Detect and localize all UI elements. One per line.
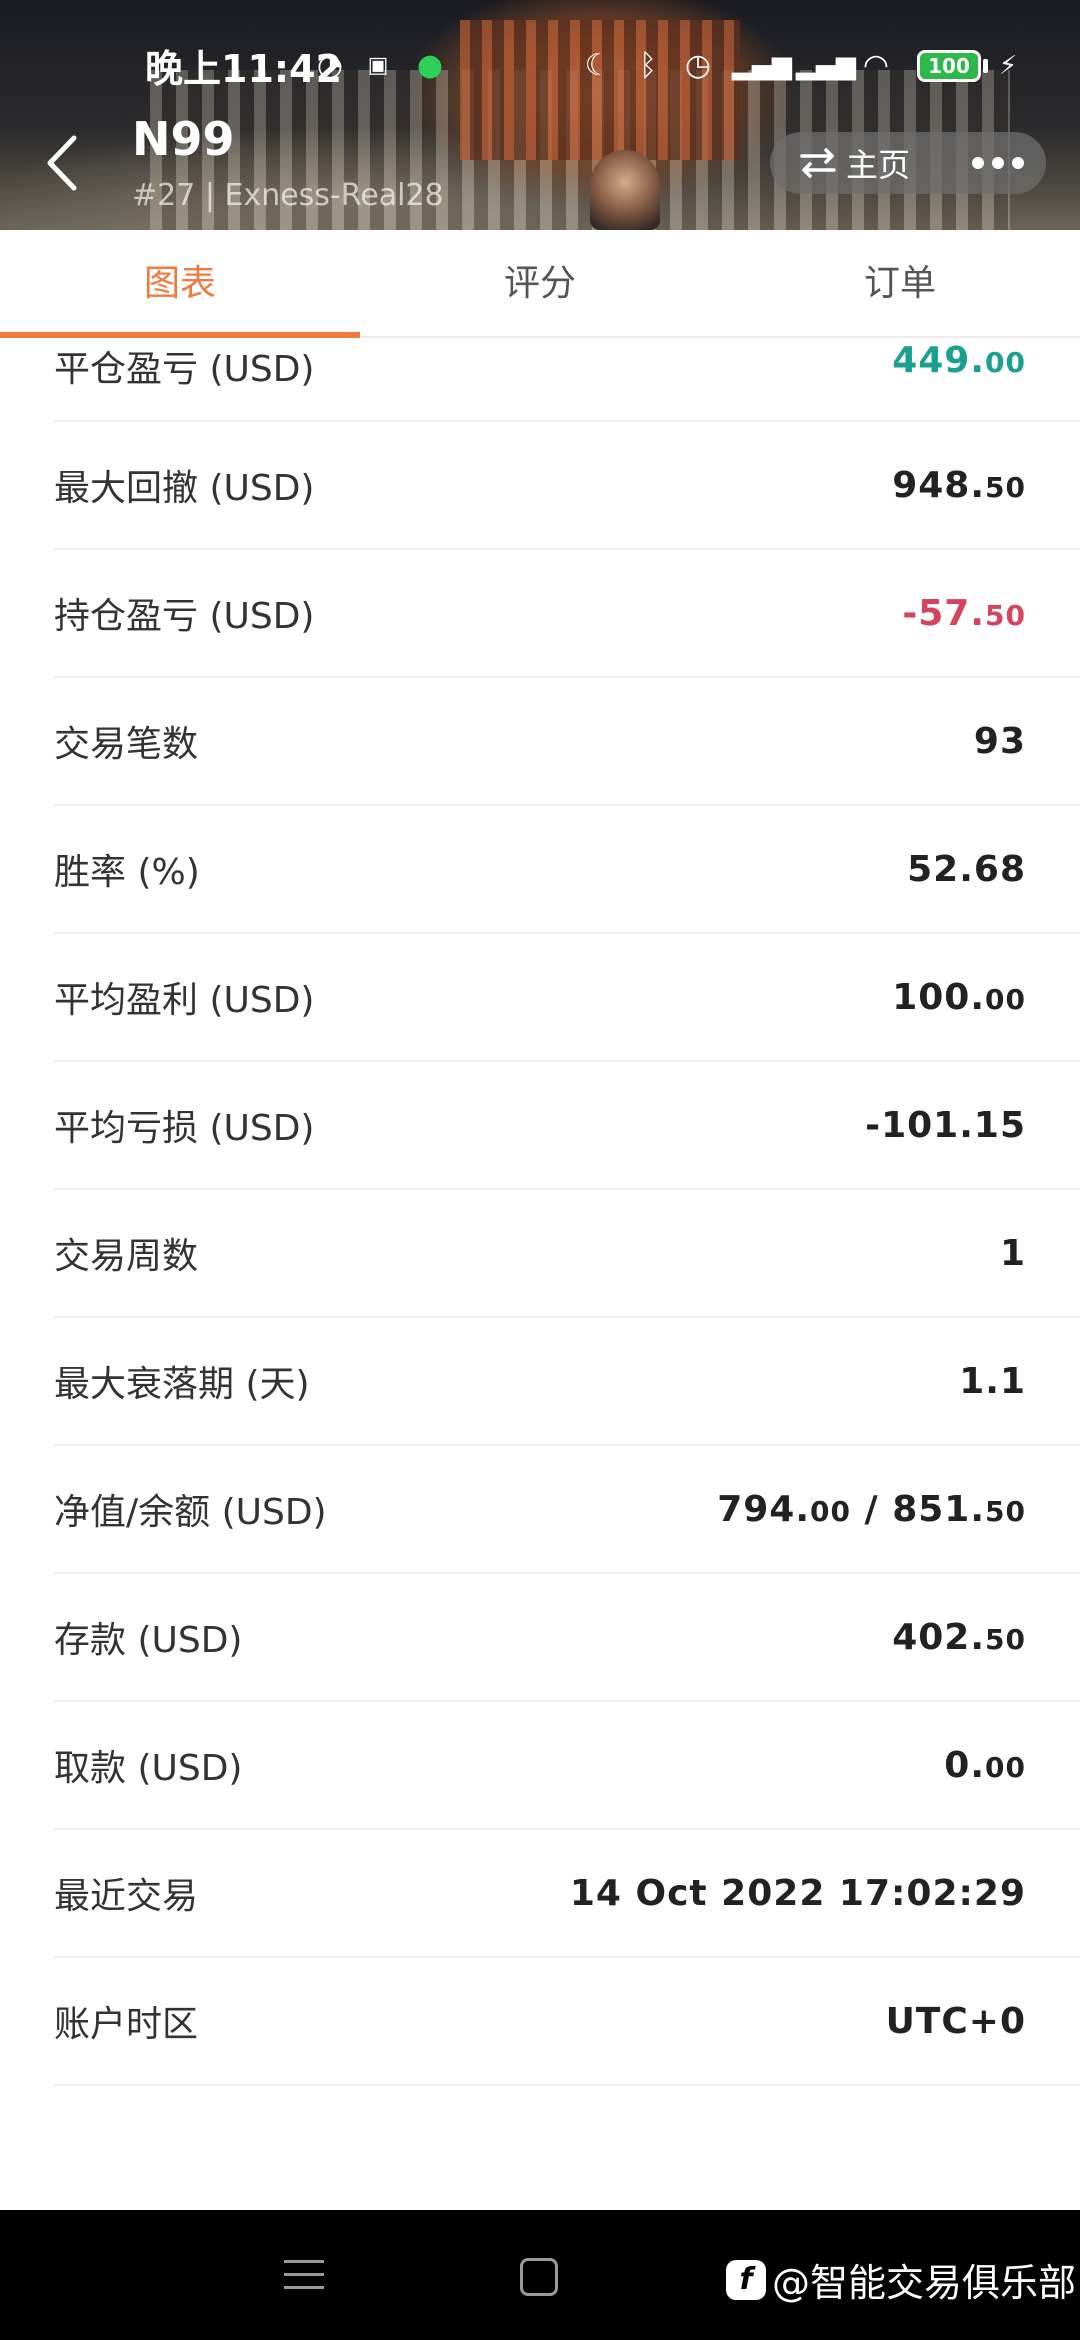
stat-label: 取款 (USD) [54,1748,243,1789]
tab-bar: 图表 评分 订单 [0,230,1080,338]
stat-value: 52.68 [907,848,1026,890]
stat-value-int: 100. [892,976,986,1018]
stat-value-int: 449. [892,340,986,381]
stat-value: 1 [999,1232,1026,1274]
stat-label: 平仓盈亏 (USD) [54,349,315,390]
charging-bolt-icon: ⚡ [998,51,1018,81]
stat-value: 100.00 [892,977,1026,1018]
stat-label: 账户时区 [54,2004,199,2045]
chevron-left-icon [47,135,77,191]
stat-value-int: 794. [717,1488,811,1530]
stat-value-int: 948. [892,464,986,506]
more-dots-icon [972,157,984,169]
home-button[interactable]: 主页 [770,132,950,194]
stat-value-dec: 00 [810,1494,851,1528]
watermark-logo-icon: f [726,2259,766,2300]
signal-strength-1-icon: ▂▄▆ [732,51,792,81]
stat-label: 平均盈利 (USD) [54,980,315,1021]
stat-value: 948.50 [892,465,1026,506]
back-button[interactable] [40,128,90,198]
stat-value-dec: 50 [985,470,1026,504]
list-item: 净值/余额 (USD) 794.00 / 851.50 [54,1446,1080,1574]
stat-value-int: / 851. [850,1488,986,1530]
stat-value: 93 [973,720,1026,762]
list-item: 最大衰落期 (天) 1.1 [54,1318,1080,1446]
list-item: 平仓盈亏 (USD) 449.00 [54,336,1080,422]
signal-strength-2-icon: ▂▄▆ [796,51,856,81]
stat-value: 0.00 [944,1745,1026,1786]
home-button-label: 主页 [846,146,911,184]
stat-value: 1.1 [959,1360,1026,1402]
list-item: 交易周数 1 [54,1190,1080,1318]
stat-value-dec: 50 [985,1494,1026,1528]
stat-label: 存款 (USD) [54,1620,243,1661]
stat-label: 胜率 (%) [54,852,200,893]
more-dot [1012,157,1024,169]
avatar[interactable] [590,150,660,230]
stat-value-dec: 50 [985,1622,1026,1656]
status-bar: 晚上11:42 ◔ ▣ ● ☾ ᛒ ◷ ▂▄▆ ▂▄▆ ◠ 100 ⚡ [0,30,1080,100]
stat-value-dec: 00 [985,346,1026,379]
stat-label: 净值/余额 (USD) [54,1492,327,1533]
tab-orders[interactable]: 订单 [720,230,1080,336]
list-item: 胜率 (%) 52.68 [54,806,1080,934]
list-item: 持仓盈亏 (USD) -57.50 [54,550,1080,678]
menu-line [284,2273,324,2276]
stat-label: 交易笔数 [54,724,199,765]
stat-value-int: 402. [892,1616,986,1658]
account-subtitle: #27 | Exness-Real28 [132,178,444,213]
system-navigation-bar: f @智能交易俱乐部 [0,2210,1080,2340]
menu-line [284,2260,324,2263]
stat-label: 最大衰落期 (天) [54,1364,310,1405]
swap-arrows-icon [800,148,836,178]
account-header: 晚上11:42 ◔ ▣ ● ☾ ᛒ ◷ ▂▄▆ ▂▄▆ ◠ 100 ⚡ N99 … [0,0,1080,230]
stat-label: 最大回撤 (USD) [54,468,315,509]
stat-value: 402.50 [892,1617,1026,1658]
stat-value: 449.00 [892,340,1026,381]
menu-line [284,2286,324,2289]
list-item: 平均亏损 (USD) -101.15 [54,1062,1080,1190]
wechat-icon: ● [416,48,444,83]
account-title: N99 [132,112,235,166]
stat-value: 794.00 / 851.50 [717,1489,1026,1530]
stat-value-dec: 50 [985,598,1026,632]
wifi-icon: ◠ [862,48,890,83]
list-item: 交易笔数 93 [54,678,1080,806]
clock-app-icon: ◔ [316,48,344,83]
stat-value: -57.50 [902,593,1026,634]
stat-value: -101.15 [865,1104,1026,1146]
stat-value-int: -57. [902,592,986,634]
notification-app-icon: ▣ [367,53,389,78]
tab-rating[interactable]: 评分 [360,230,720,336]
list-item: 最大回撤 (USD) 948.50 [54,422,1080,550]
stat-value-dec: 00 [985,1750,1026,1784]
stat-value: UTC+0 [885,2000,1026,2042]
list-item: 账户时区 UTC+0 [54,1958,1080,2086]
list-item: 最近交易 14 Oct 2022 17:02:29 [54,1830,1080,1958]
list-item: 平均盈利 (USD) 100.00 [54,934,1080,1062]
more-dot [992,157,1004,169]
bluetooth-icon: ᛒ [639,48,657,83]
stat-label: 平均亏损 (USD) [54,1108,315,1149]
stat-label: 最近交易 [54,1876,199,1917]
more-options-button[interactable] [950,132,1046,194]
recent-apps-button[interactable] [284,2260,324,2290]
watermark-text: @智能交易俱乐部 [772,2261,1077,2305]
stat-label: 交易周数 [54,1236,199,1277]
stat-label: 持仓盈亏 (USD) [54,596,315,637]
battery-icon: 100 [917,50,981,82]
stats-list: 平仓盈亏 (USD) 449.00 最大回撤 (USD) 948.50 持仓盈亏… [0,336,1080,2086]
do-not-disturb-moon-icon: ☾ [584,48,612,83]
watermark: f @智能交易俱乐部 [726,2252,1076,2307]
battery-tip [983,59,988,73]
stat-value-dec: 00 [985,982,1026,1016]
list-item: 存款 (USD) 402.50 [54,1574,1080,1702]
stat-value-int: 0. [944,1744,986,1786]
stat-value: 14 Oct 2022 17:02:29 [569,1872,1026,1914]
list-item: 取款 (USD) 0.00 [54,1702,1080,1830]
home-nav-button[interactable] [520,2258,558,2296]
tab-chart[interactable]: 图表 [0,230,360,338]
alarm-icon: ◷ [684,48,712,83]
